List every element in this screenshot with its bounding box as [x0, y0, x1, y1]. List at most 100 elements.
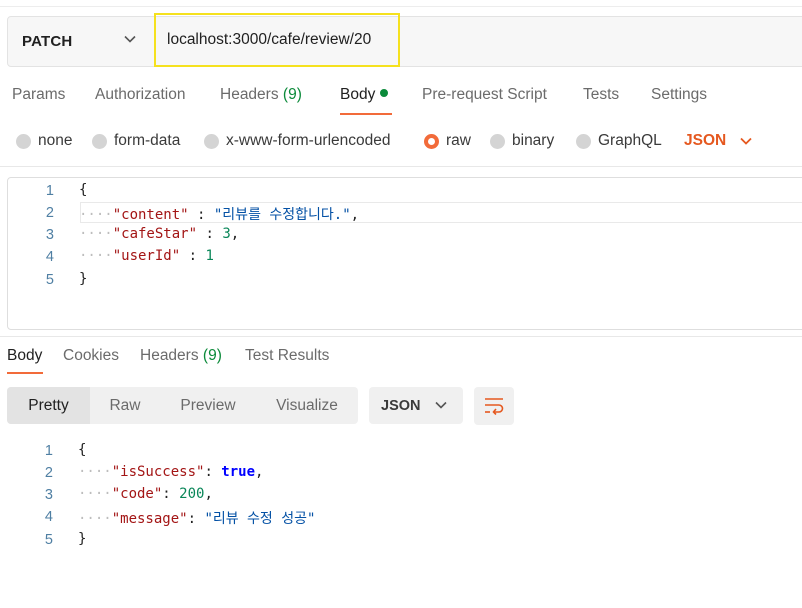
- json-key: "isSuccess": [111, 464, 205, 480]
- body-indicator-dot: [380, 89, 389, 97]
- code-text: }: [79, 271, 87, 287]
- url-text: localhost:3000/cafe/review/20: [167, 31, 372, 48]
- line-number: 2: [44, 465, 53, 481]
- wrap-lines-icon: [485, 398, 504, 415]
- line-number: 4: [45, 249, 54, 265]
- json-key: "content": [112, 207, 189, 223]
- section-divider: [0, 336, 802, 337]
- json-value: 3: [222, 226, 231, 242]
- radio-circle: [16, 133, 31, 149]
- radio-circle: [204, 133, 219, 149]
- code-text: {: [79, 182, 87, 198]
- code-line: 4 ····"message": "리뷰 수정 성공": [7, 506, 802, 528]
- line-number: 4: [44, 509, 53, 525]
- view-mode-segmented: Pretty Raw Preview Visualize: [7, 387, 358, 424]
- code-line: 5 }: [7, 529, 802, 551]
- request-body-editor[interactable]: 1 { 2 ····"content" : "리뷰를 수정합니다.", 3 ··…: [7, 177, 802, 330]
- json-key: "code": [111, 486, 163, 502]
- code-line: 2 ····"content" : "리뷰를 수정합니다.",: [8, 202, 802, 224]
- code-text: }: [78, 531, 86, 547]
- brace: }: [78, 531, 87, 547]
- response-format-selector[interactable]: JSON: [369, 387, 463, 424]
- window-top-edge: [0, 0, 802, 7]
- code-line: 3 ····"cafeStar" : 3,: [8, 224, 802, 246]
- radio-urlencoded-label: x-www-form-urlencoded: [226, 132, 391, 149]
- line-number: 2: [45, 205, 54, 221]
- radio-binary[interactable]: binary: [490, 132, 554, 150]
- response-headers-label: Headers: [140, 347, 199, 364]
- code-line: 5 }: [8, 269, 802, 291]
- method-selector[interactable]: PATCH: [8, 17, 153, 66]
- radio-form-data[interactable]: form-data: [92, 132, 180, 150]
- radio-raw[interactable]: raw: [424, 132, 471, 150]
- code-line: 1 {: [8, 180, 802, 202]
- code-text: ····"content" : "리뷰를 수정합니다.",: [79, 207, 360, 223]
- code-line: 1 {: [7, 440, 802, 462]
- language-label: JSON: [684, 132, 727, 149]
- radio-graphql-label: GraphQL: [598, 132, 662, 149]
- brace: {: [78, 442, 87, 458]
- tab-headers[interactable]: Headers (9): [220, 86, 302, 104]
- tab-authorization[interactable]: Authorization: [95, 86, 185, 104]
- url-input[interactable]: localhost:3000/cafe/review/20: [154, 13, 400, 67]
- chevron-down-icon: [740, 137, 752, 145]
- line-number: 3: [44, 487, 53, 503]
- line-number: 5: [44, 532, 53, 548]
- json-value: 1: [205, 248, 214, 264]
- response-tab-body[interactable]: Body: [7, 347, 42, 365]
- view-pretty-button[interactable]: Pretty: [7, 387, 90, 424]
- radio-graphql[interactable]: GraphQL: [576, 132, 662, 150]
- json-value: 200: [179, 486, 205, 502]
- section-divider: [0, 166, 802, 167]
- radio-none[interactable]: none: [16, 132, 72, 150]
- request-url-bar: PATCH localhost:3000/cafe/review/20: [7, 13, 802, 67]
- response-tab-test-results[interactable]: Test Results: [245, 347, 329, 365]
- response-tab-cookies[interactable]: Cookies: [63, 347, 119, 365]
- chevron-down-icon: [435, 401, 447, 409]
- brace: {: [79, 182, 88, 198]
- view-visualize-button[interactable]: Visualize: [256, 387, 358, 424]
- json-key: "cafeStar": [112, 226, 198, 242]
- method-label: PATCH: [22, 33, 73, 50]
- wrap-lines-button[interactable]: [474, 387, 514, 425]
- radio-circle: [92, 133, 107, 149]
- line-number: 1: [44, 443, 53, 459]
- tab-body[interactable]: Body: [340, 86, 389, 104]
- tab-body-label: Body: [340, 86, 376, 103]
- active-response-tab-underline: [7, 372, 43, 374]
- view-preview-button[interactable]: Preview: [160, 387, 256, 424]
- radio-raw-label: raw: [446, 132, 471, 149]
- code-text: ····"cafeStar" : 3,: [79, 226, 240, 242]
- radio-circle: [576, 133, 591, 149]
- json-value: true: [221, 464, 256, 480]
- code-text: ····"message": "리뷰 수정 성공": [78, 511, 316, 527]
- view-raw-button[interactable]: Raw: [90, 387, 160, 424]
- json-value: "리뷰 수정 성공": [204, 511, 316, 527]
- code-text: ····"isSuccess": true,: [78, 464, 264, 480]
- tab-tests[interactable]: Tests: [583, 86, 619, 104]
- code-text: {: [78, 442, 86, 458]
- tab-params[interactable]: Params: [12, 86, 65, 104]
- code-line: 2 ····"isSuccess": true,: [7, 462, 802, 484]
- radio-circle-selected: [424, 133, 439, 149]
- radio-none-label: none: [38, 132, 73, 149]
- radio-form-data-label: form-data: [114, 132, 181, 149]
- tab-prerequest-script[interactable]: Pre-request Script: [422, 86, 547, 104]
- response-headers-count: (9): [202, 347, 222, 364]
- code-line: 4 ····"userId" : 1: [8, 246, 802, 268]
- tab-headers-label: Headers: [220, 86, 279, 103]
- response-tab-headers[interactable]: Headers (9): [140, 347, 222, 365]
- json-key: "message": [111, 511, 188, 527]
- line-number: 5: [45, 272, 54, 288]
- response-format-label: JSON: [381, 397, 421, 414]
- response-body-viewer[interactable]: 1 { 2 ····"isSuccess": true, 3 ····"code…: [7, 438, 802, 558]
- language-selector[interactable]: JSON: [684, 132, 752, 150]
- json-value: "리뷰를 수정합니다.": [213, 207, 351, 223]
- radio-urlencoded[interactable]: x-www-form-urlencoded: [204, 132, 391, 150]
- radio-circle: [490, 133, 505, 149]
- code-text: ····"code": 200,: [78, 486, 213, 502]
- code-text: ····"userId" : 1: [79, 248, 214, 264]
- active-tab-underline: [340, 113, 392, 115]
- tab-settings[interactable]: Settings: [651, 86, 707, 104]
- chevron-down-icon: [124, 35, 136, 43]
